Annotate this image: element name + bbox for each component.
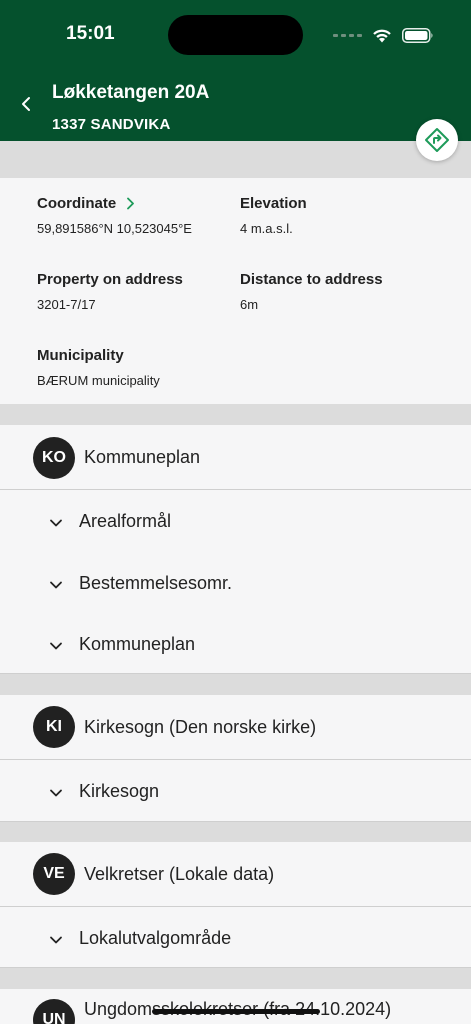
wifi-icon [373,29,391,42]
property-block: Property on address 3201-7/17 [37,271,183,312]
subsection-label: Kirkesogn [79,781,160,801]
subsection-lokalutvalgomrade[interactable]: Lokalutvalgområde [0,907,471,967]
section-badge: KO [33,437,75,479]
subsection-label: Bestemmelsesomr. [79,573,233,593]
section-header-kommuneplan[interactable]: KO Kommuneplan [0,425,471,490]
directions-icon [425,128,449,152]
subsection-label: Kommuneplan [79,634,196,654]
distance-block: Distance to address 6m [240,271,383,312]
elevation-value: 4 m.a.s.l. [240,221,293,236]
elevation-label: Elevation [240,195,307,212]
section-title: Kommuneplan [84,447,201,467]
section-badge: UN [33,999,75,1024]
section-spacer [0,822,471,842]
distance-label: Distance to address [240,271,383,288]
subsection-kommuneplan[interactable]: Kommuneplan [0,614,471,673]
section-title: Velkretser (Lokale data) [84,864,275,884]
elevation-block: Elevation 4 m.a.s.l. [240,195,307,236]
section-title: Kirkesogn (Den norske kirke) [84,717,317,737]
battery-icon [402,27,433,43]
address-info-panel: Coordinate 59,891586°N 10,523045°E Eleva… [0,178,471,404]
property-label: Property on address [37,271,183,288]
section-header-kirkesogn[interactable]: KI Kirkesogn (Den norske kirke) [0,695,471,760]
chevron-down-icon [50,642,62,650]
coordinate-label-row: Coordinate [37,195,192,212]
coordinate-label: Coordinate [37,195,117,212]
subsection-label: Arealformål [79,511,172,531]
distance-value: 6m [240,297,259,312]
coordinate-value: 59,891586°N 10,523045°E [37,221,192,236]
municipality-label: Municipality [37,347,124,364]
app-header: 15:01 Løkketangen 20A 1337 SANDVIKA [0,0,471,141]
back-chevron-icon[interactable] [14,92,38,116]
municipality-value: BÆRUM municipality [37,373,160,388]
coordinate-block[interactable]: Coordinate 59,891586°N 10,523045°E [37,195,192,236]
subsection-arealformal[interactable]: Arealformål [0,490,471,552]
page-title: Løkketangen 20A [52,82,210,103]
home-indicator [152,1009,320,1014]
page-subtitle: 1337 SANDVIKA [52,116,171,133]
subsection-label: Lokalutvalgområde [79,928,232,948]
status-icons [333,24,434,46]
chevron-down-icon [50,936,62,944]
dynamic-island [168,15,303,55]
chevron-down-icon [50,581,62,589]
subsection-bestemmelsesomr[interactable]: Bestemmelsesomr. [0,552,471,614]
section-spacer [0,674,471,695]
section-badge: KI [33,706,75,748]
municipality-block: Municipality BÆRUM municipality [37,347,160,388]
section-spacer [0,968,471,989]
section-badge: VE [33,853,75,895]
status-time: 15:01 [66,23,115,44]
section-spacer [0,404,471,425]
chevron-right-icon[interactable] [126,197,135,210]
subsection-kirkesogn[interactable]: Kirkesogn [0,760,471,821]
section-header-velkretser[interactable]: VE Velkretser (Lokale data) [0,842,471,907]
section-header-ungdomsskolekretser[interactable]: UN Ungdomsskolekretser (fra 24.10.2024) [0,989,471,1024]
property-value: 3201-7/17 [37,297,96,312]
directions-button[interactable] [416,119,458,161]
chevron-down-icon [50,789,62,797]
header-spacer [0,141,471,178]
cellular-signal-icon [333,33,362,37]
chevron-down-icon [50,519,62,527]
